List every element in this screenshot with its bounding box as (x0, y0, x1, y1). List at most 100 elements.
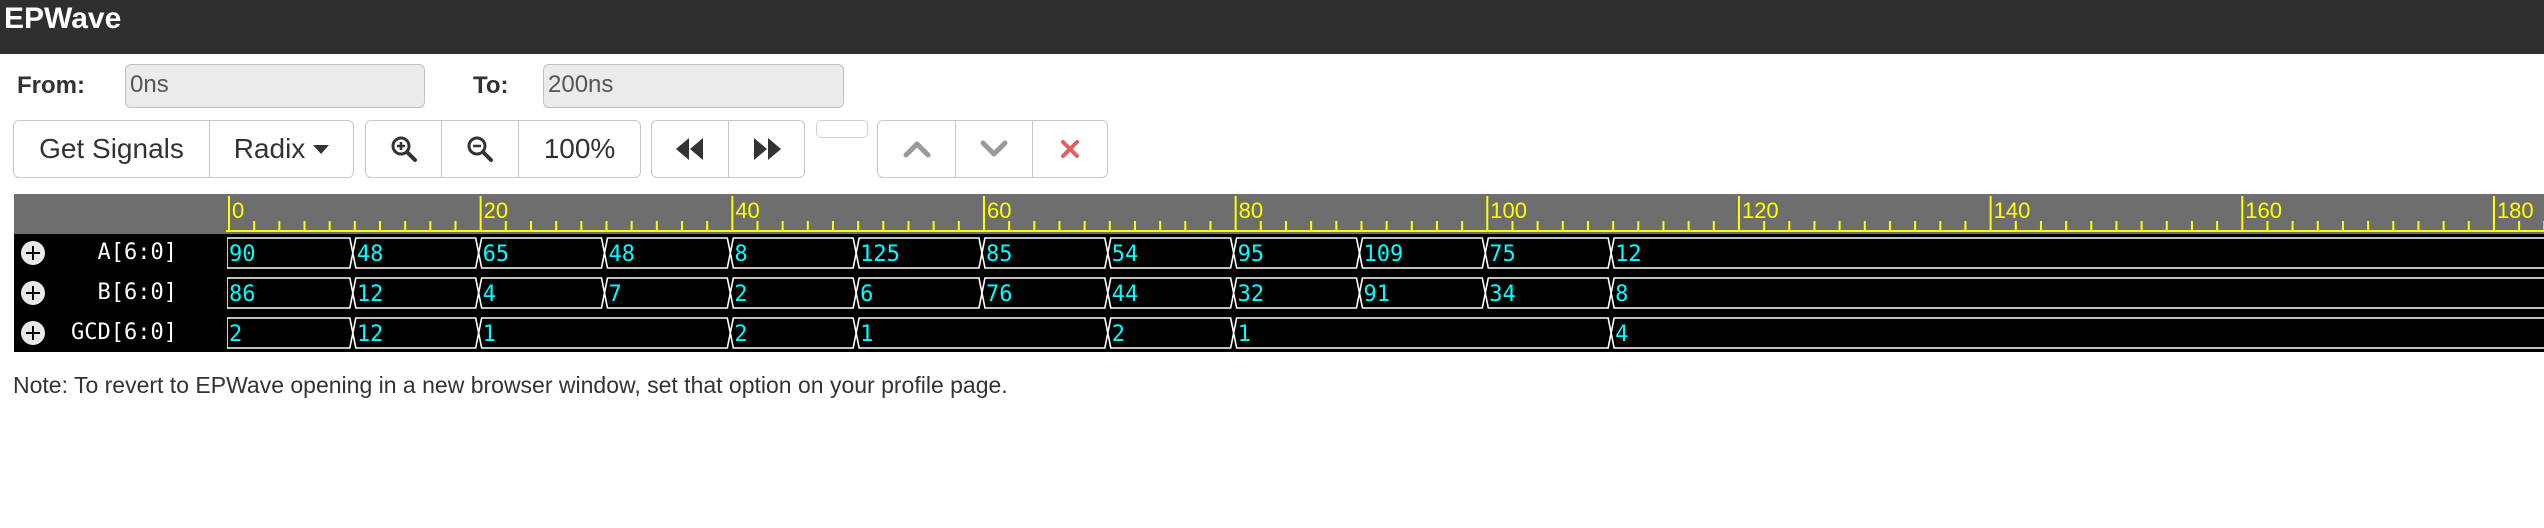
waveform-value: 1 (483, 322, 496, 347)
waveform-value: 2 (1112, 322, 1125, 347)
app-title: EPWave (4, 2, 122, 35)
waveform-segment (603, 277, 732, 309)
waveform-value: 2 (734, 282, 747, 307)
radix-dropdown[interactable]: Radix (209, 120, 354, 178)
waveform-row[interactable]: 2 12 1 2 1 2 1 4 (227, 317, 2544, 349)
waveform-value: 8 (734, 242, 747, 267)
waveform-value: 8 (1615, 282, 1628, 307)
zoom-level-button[interactable]: 100% (518, 120, 641, 178)
expand-icon[interactable] (21, 321, 45, 345)
signal-name: GCD[6:0] (71, 320, 177, 345)
signal-row-gcd[interactable]: GCD[6:0] (14, 314, 227, 352)
close-icon (1061, 140, 1079, 158)
ruler-label: 120 (1742, 198, 1779, 223)
waveform-segment (855, 317, 1109, 349)
to-label: To: (473, 72, 509, 99)
waveform-segment (1232, 317, 1612, 349)
ruler-label: 80 (1239, 198, 1263, 223)
waveform-segment (855, 277, 983, 309)
waveform-value: 75 (1489, 242, 1516, 267)
waveform-value: 109 (1363, 242, 1403, 267)
next-transition-button[interactable] (728, 120, 805, 178)
fast-forward-icon (753, 138, 781, 160)
ruler-label: 140 (1994, 198, 2031, 223)
footer-note: Note: To revert to EPWave opening in a n… (13, 372, 1008, 398)
waveform-value: 32 (1238, 282, 1265, 307)
zoom-out-icon (467, 136, 493, 162)
to-input[interactable]: 200ns (543, 64, 844, 108)
ruler-label: 100 (1490, 198, 1527, 223)
waveform-value: 6 (860, 282, 873, 307)
waveform-value: 2 (229, 322, 242, 347)
waveform-segment (1610, 317, 2544, 349)
waveform-value: 7 (608, 282, 621, 307)
waveform-value: 48 (357, 242, 384, 267)
waveform-value: 4 (1615, 322, 1628, 347)
waveform-value: 1 (860, 322, 873, 347)
waveform-row[interactable]: 90 48 65 48 8 125 85 54 95 109 75 12 (227, 237, 2544, 269)
waveform-value: 12 (357, 322, 384, 347)
signal-row-b[interactable]: B[6:0] (14, 274, 227, 312)
waveform-segment (1610, 237, 2544, 269)
title-bar: EPWave (0, 0, 2544, 54)
previous-transition-button[interactable] (651, 120, 729, 178)
waveform-segment (729, 277, 857, 309)
ruler-label: 180 (2497, 198, 2534, 223)
rewind-icon (676, 138, 703, 160)
from-label: From: (17, 72, 85, 99)
waveform-value: 12 (357, 282, 384, 307)
waveform-value: 1 (1238, 322, 1251, 347)
signal-name: A[6:0] (97, 240, 177, 265)
expand-icon[interactable] (21, 281, 45, 305)
get-signals-button[interactable]: Get Signals (13, 120, 210, 178)
waveform-segment (1106, 317, 1235, 349)
waveform-segment (477, 317, 732, 349)
waveform-value: 48 (608, 242, 635, 267)
waveform-value: 85 (986, 242, 1013, 267)
move-up-button[interactable] (877, 120, 956, 178)
ruler-label: 0 (232, 198, 244, 223)
waveform-value: 12 (1615, 242, 1642, 267)
waveform-segment (729, 237, 857, 269)
signal-row-a[interactable]: A[6:0] (14, 234, 227, 272)
zoom-in-button[interactable] (365, 120, 442, 178)
zoom-level-label: 100% (543, 133, 616, 164)
move-down-button[interactable] (955, 120, 1033, 178)
remove-signal-button[interactable] (1032, 120, 1108, 178)
waveform-segment (227, 317, 354, 349)
signal-name-panel: A[6:0] B[6:0] GCD[6:0] (14, 234, 227, 352)
waveform-value: 34 (1489, 282, 1516, 307)
waveform-row[interactable]: 86 12 4 7 2 6 76 44 32 91 34 8 (227, 277, 2544, 309)
blank-button[interactable] (816, 120, 868, 138)
waveform-value: 54 (1112, 242, 1139, 267)
ruler-label: 160 (2245, 198, 2282, 223)
chevron-up-icon (903, 141, 930, 158)
waveform-segment (1610, 277, 2544, 309)
waveform-segment (729, 317, 857, 349)
expand-icon[interactable] (21, 241, 45, 265)
signal-name: B[6:0] (97, 280, 177, 305)
waveform-value: 125 (860, 242, 900, 267)
ruler-label: 60 (987, 198, 1011, 223)
get-signals-label: Get Signals (39, 133, 184, 164)
waveform-value: 4 (483, 282, 496, 307)
waveform-value: 2 (734, 322, 747, 347)
waveform-value: 95 (1238, 242, 1265, 267)
radix-label: Radix (233, 133, 306, 164)
waveform-value: 65 (483, 242, 510, 267)
waveform-value: 90 (229, 242, 256, 267)
ruler-label: 40 (735, 198, 759, 223)
caret-down-icon (313, 144, 330, 154)
waveform-value: 76 (986, 282, 1013, 307)
chevron-down-icon (980, 140, 1008, 157)
waveform-value: 44 (1112, 282, 1139, 307)
timeline-ticks[interactable]: 0 20 40 60 80 100 120 140 160 180 (226, 194, 2544, 234)
ruler-label: 20 (484, 198, 508, 223)
waveform-value: 86 (229, 282, 256, 307)
waveform-segment (477, 277, 606, 309)
waveform-canvas[interactable]: 90 48 65 48 8 125 85 54 95 109 75 1286 12 4 7 2 6 76 44 32 9… (227, 234, 2544, 352)
zoom-in-icon (391, 136, 417, 162)
from-input[interactable]: 0ns (125, 64, 425, 108)
zoom-out-button[interactable] (441, 120, 519, 178)
waveform-value: 91 (1363, 282, 1390, 307)
